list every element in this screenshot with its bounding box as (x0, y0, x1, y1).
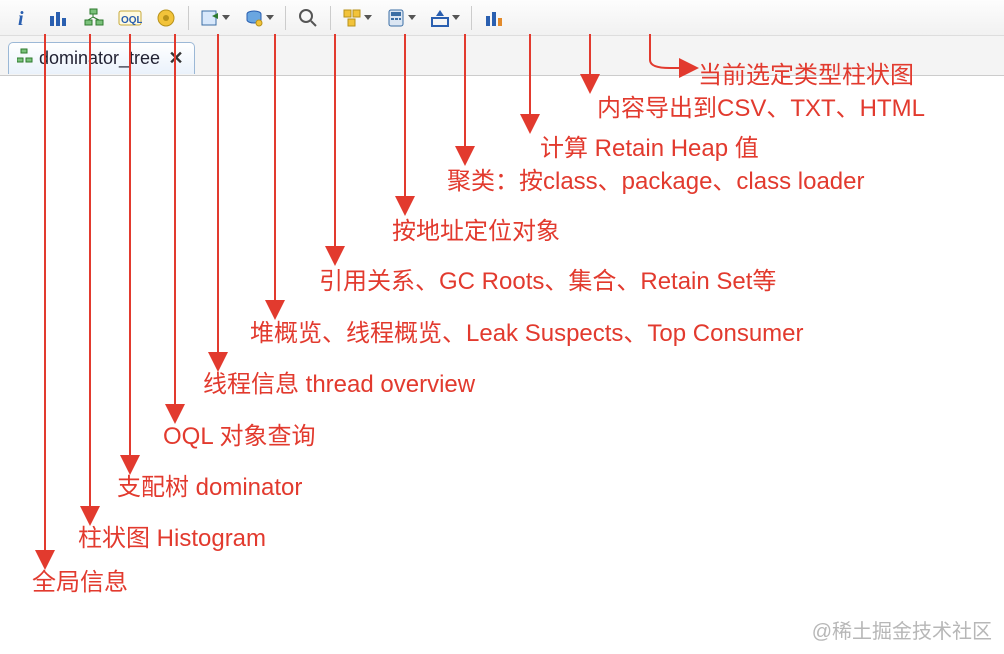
toolbar-separator (285, 6, 286, 30)
close-icon[interactable]: ✕ (168, 50, 184, 66)
toolbar-separator (330, 6, 331, 30)
toolbar-separator (188, 6, 189, 30)
svg-text:i: i (18, 8, 24, 28)
tab-bar: dominator_tree ✕ (0, 36, 1004, 76)
thread-overview-icon[interactable] (151, 4, 181, 32)
histogram-icon[interactable] (43, 4, 73, 32)
dominator-tree-icon[interactable] (79, 4, 109, 32)
group-by-icon[interactable] (338, 4, 376, 32)
content-area (0, 76, 1004, 654)
find-object-icon[interactable] (293, 4, 323, 32)
heap-overview-icon[interactable] (196, 4, 234, 32)
chart-selection-icon[interactable] (479, 4, 509, 32)
watermark: @稀土掘金技术社区 (812, 615, 992, 644)
export-icon[interactable] (426, 4, 464, 32)
overview-icon[interactable]: i (7, 4, 37, 32)
dominator-tree-icon (17, 48, 33, 69)
svg-text:OQL: OQL (121, 15, 142, 26)
tab-dominator-tree[interactable]: dominator_tree ✕ (8, 42, 195, 74)
query-browser-icon[interactable] (240, 4, 278, 32)
oql-icon[interactable]: OQL (115, 4, 145, 32)
tab-label: dominator_tree (39, 48, 160, 69)
toolbar-separator (471, 6, 472, 30)
calculate-retained-icon[interactable] (382, 4, 420, 32)
toolbar: i OQL (0, 0, 1004, 36)
